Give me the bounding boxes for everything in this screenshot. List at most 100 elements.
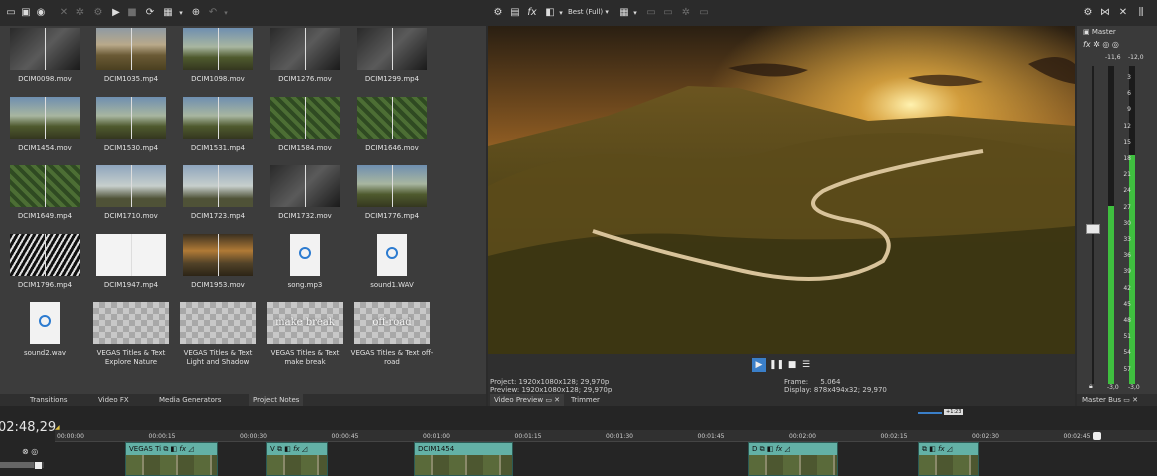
ruler-tick-label: 00:01:45 xyxy=(697,433,725,440)
preview-quality-select[interactable]: Best (Full) ▾ xyxy=(568,8,609,16)
views-icon[interactable]: ▦ xyxy=(162,7,174,19)
meter-tick-label: 45 xyxy=(1123,300,1131,308)
tab-project-notes[interactable]: Project Notes xyxy=(249,394,304,406)
media-item[interactable]: DCIM0098.mov xyxy=(2,28,88,84)
master-bus-tab[interactable]: Master Bus ▭ ✕ xyxy=(1077,394,1157,406)
media-item[interactable]: DCIM1299.mp4 xyxy=(349,28,435,84)
timecode-display[interactable]: 02:48,29 xyxy=(0,420,56,435)
timeline-clip[interactable]: D ⧉ ◧ fx ◿ xyxy=(748,442,838,476)
audio-file-icon xyxy=(30,302,60,344)
media-item[interactable]: VEGAS Titles & Text Explore Nature xyxy=(88,302,174,367)
master-title: ▣ Master xyxy=(1083,28,1116,36)
media-item[interactable]: DCIM1454.mov xyxy=(2,97,88,153)
volume-fader[interactable] xyxy=(1086,224,1100,234)
media-thumbnail xyxy=(10,28,80,70)
chevron-down-icon[interactable]: ▾ xyxy=(220,7,232,19)
master-bus-panel: ⚙ ⋈ ✕ ⫼ ▣ Master fx ✲ ◎ ◎ -11,6 -12,0 36… xyxy=(1077,0,1157,406)
media-thumbnail xyxy=(357,165,427,207)
auto-preview-icon[interactable]: ✲ xyxy=(74,7,86,19)
meter-tick-label: 42 xyxy=(1123,284,1131,292)
meter-tick-label: 9 xyxy=(1127,106,1131,114)
timeline-clip[interactable]: V ⧉ ◧ fx ◿ xyxy=(266,442,328,476)
ruler-tick-label: 00:02:00 xyxy=(789,433,816,440)
media-item[interactable]: song.mp3 xyxy=(262,234,348,290)
media-item-label: DCIM1098.mov xyxy=(191,75,245,83)
fx-icon[interactable]: fx xyxy=(526,7,538,19)
playhead-icon[interactable] xyxy=(1093,432,1101,440)
copy-snapshot-icon[interactable]: ▭ xyxy=(645,7,657,19)
tab-video-fx[interactable]: Video FX xyxy=(98,394,129,406)
media-item-label: VEGAS Titles & Text Light and Shadow xyxy=(183,349,253,366)
ruler-tick-label: 00:00:45 xyxy=(331,433,359,440)
external-monitor-icon[interactable]: ▭ xyxy=(698,7,710,19)
undo-icon[interactable]: ↶ xyxy=(207,7,219,19)
device-icon[interactable]: ▤ xyxy=(509,7,521,19)
media-item[interactable]: DCIM1531.mp4 xyxy=(175,97,261,153)
peak-left: -11,6 xyxy=(1105,54,1121,61)
tab-video-preview[interactable]: Video Preview ▭ ✕ xyxy=(490,394,565,406)
media-item[interactable]: VEGAS Titles & Text Light and Shadow xyxy=(175,302,261,367)
menu-icon[interactable]: ☰ xyxy=(799,358,813,372)
ruler-tick-label: 00:00:00 xyxy=(57,433,84,440)
chevron-down-icon[interactable]: ▾ xyxy=(555,7,567,19)
web-icon[interactable]: ◉ xyxy=(35,7,47,19)
media-item[interactable]: DCIM1098.mov xyxy=(175,28,261,84)
play-button[interactable]: ▶ xyxy=(752,358,766,372)
media-item[interactable]: DCIM1723.mp4 xyxy=(175,165,261,221)
ruler-tick-label: 00:01:15 xyxy=(514,433,542,440)
media-item[interactable]: DCIM1953.mov xyxy=(175,234,261,290)
tab-media-generators[interactable]: Media Generators xyxy=(159,394,221,406)
import-media-icon[interactable]: ▭ xyxy=(5,7,17,19)
timeline: +1:23 02:48,29 00:00:00 00:00:15 00:00:30 0… xyxy=(0,406,1157,476)
meter-tick-label: 51 xyxy=(1123,333,1131,341)
media-item[interactable]: DCIM1796.mp4 xyxy=(2,234,88,290)
media-item[interactable]: DCIM1276.mov xyxy=(262,28,348,84)
media-item[interactable]: sound1.WAV xyxy=(349,234,435,290)
lock-icon[interactable]: 🔒︎ xyxy=(1089,382,1093,391)
loop-marker-icon[interactable]: ◢ xyxy=(55,424,60,431)
media-item[interactable]: DCIM1584.mov xyxy=(262,97,348,153)
media-item[interactable]: DCIM1710.mov xyxy=(88,165,174,221)
refresh-icon[interactable]: ⟳ xyxy=(144,7,156,19)
capture-icon[interactable]: ▣ xyxy=(20,7,32,19)
zoom-icon[interactable]: ⊕ xyxy=(190,7,202,19)
media-item[interactable]: DCIM1530.mp4 xyxy=(88,97,174,153)
media-item[interactable]: DCIM1776.mp4 xyxy=(349,165,435,221)
tab-transitions[interactable]: Transitions xyxy=(30,394,68,406)
meter-tick-label: 39 xyxy=(1123,268,1131,276)
media-item[interactable]: DCIM1732.mov xyxy=(262,165,348,221)
remove-icon[interactable]: ✕ xyxy=(58,7,70,19)
media-item[interactable]: DCIM1646.mov xyxy=(349,97,435,153)
media-thumbnail: off-road xyxy=(354,302,430,344)
media-item[interactable]: DCIM1947.mp4 xyxy=(88,234,174,290)
meter-tick-label: 15 xyxy=(1123,138,1131,146)
timeline-clip[interactable]: VEGAS Ti ⧉ ◧ fx ◿ xyxy=(125,442,218,476)
track-lock-icon[interactable] xyxy=(35,462,42,469)
save-snapshot-icon[interactable]: ▭ xyxy=(662,7,674,19)
play-icon[interactable]: ▶ xyxy=(110,7,122,19)
timeline-clip[interactable]: DCIM1454 xyxy=(414,442,513,476)
media-item[interactable]: DCIM1035.mp4 xyxy=(88,28,174,84)
media-thumbnail xyxy=(183,28,253,70)
tab-trimmer[interactable]: Trimmer xyxy=(571,394,600,406)
chevron-down-icon[interactable]: ▾ xyxy=(175,7,187,19)
gear-icon[interactable]: ⚙ xyxy=(1082,7,1094,19)
video-preview-frame[interactable] xyxy=(488,26,1075,354)
media-item[interactable]: DCIM1649.mp4 xyxy=(2,165,88,221)
media-thumbnail xyxy=(183,234,253,276)
gear-icon[interactable]: ⚙ xyxy=(492,7,504,19)
timeline-zoom-slider[interactable] xyxy=(918,412,942,414)
chevron-down-icon[interactable]: ▾ xyxy=(629,7,641,19)
stop-button[interactable]: ■ xyxy=(785,358,799,372)
scope-icon[interactable]: ✲ xyxy=(680,7,692,19)
timeline-clip[interactable]: ⧉ ◧ fx ◿ xyxy=(918,442,979,476)
media-item[interactable]: off-road VEGAS Titles & Text off-road xyxy=(349,302,435,367)
mixer-icon[interactable]: ⫼ xyxy=(1135,7,1147,19)
pause-button[interactable]: ❚❚ xyxy=(769,358,784,372)
downmix-icon[interactable]: ⋈ xyxy=(1099,7,1111,19)
media-item[interactable]: sound2.wav xyxy=(2,302,88,358)
stop-icon[interactable]: ■ xyxy=(126,7,138,19)
effects-icon[interactable]: ⚙ xyxy=(92,7,104,19)
media-item[interactable]: make break VEGAS Titles & Text make break xyxy=(262,302,348,367)
mute-icon[interactable]: ✕ xyxy=(1117,7,1129,19)
